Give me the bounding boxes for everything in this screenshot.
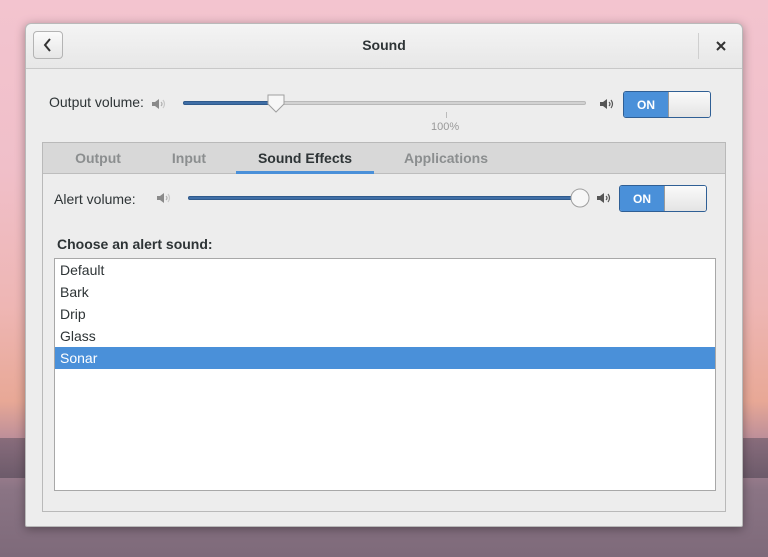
sound-notebook: Output Input Sound Effects Applications … bbox=[42, 142, 726, 512]
alert-volume-label: Alert volume: bbox=[54, 191, 136, 207]
speaker-low-icon bbox=[156, 190, 172, 206]
output-switch[interactable]: ON bbox=[623, 91, 711, 118]
sound-window: Sound Output volume: 100% ON Output Inpu… bbox=[25, 23, 743, 527]
titlebar: Sound bbox=[26, 24, 742, 69]
close-button[interactable] bbox=[706, 34, 736, 58]
output-volume-knob[interactable] bbox=[266, 93, 286, 113]
output-volume-label: Output volume: bbox=[49, 94, 144, 110]
volume-100-label: 100% bbox=[431, 121, 460, 133]
output-switch-on-label: ON bbox=[624, 92, 668, 117]
titlebar-separator bbox=[698, 33, 699, 59]
list-item-drip[interactable]: Drip bbox=[55, 303, 715, 325]
alert-sound-list: Default Bark Drip Glass Sonar bbox=[54, 258, 716, 491]
alert-switch-handle bbox=[664, 186, 706, 211]
list-item-glass[interactable]: Glass bbox=[55, 325, 715, 347]
tab-bar: Output Input Sound Effects Applications bbox=[43, 143, 725, 174]
output-switch-handle bbox=[668, 92, 710, 117]
output-volume-fill bbox=[183, 101, 276, 105]
tab-output[interactable]: Output bbox=[53, 143, 143, 173]
list-item-bark[interactable]: Bark bbox=[55, 281, 715, 303]
alert-volume-knob[interactable] bbox=[570, 188, 590, 208]
alert-switch[interactable]: ON bbox=[619, 185, 707, 212]
speaker-high-icon bbox=[596, 190, 612, 206]
alert-volume-fill bbox=[188, 196, 580, 200]
speaker-high-icon bbox=[599, 96, 615, 112]
choose-alert-sound-label: Choose an alert sound: bbox=[57, 236, 213, 252]
alert-switch-on-label: ON bbox=[620, 186, 664, 211]
close-icon bbox=[716, 41, 726, 51]
tab-input[interactable]: Input bbox=[153, 143, 225, 173]
speaker-low-icon bbox=[151, 96, 167, 112]
tab-sound-effects[interactable]: Sound Effects bbox=[236, 143, 374, 174]
volume-100-tick bbox=[446, 112, 447, 118]
window-title: Sound bbox=[362, 37, 406, 53]
list-item-sonar[interactable]: Sonar bbox=[55, 347, 715, 369]
list-item-default[interactable]: Default bbox=[55, 259, 715, 281]
tab-applications[interactable]: Applications bbox=[388, 143, 504, 173]
